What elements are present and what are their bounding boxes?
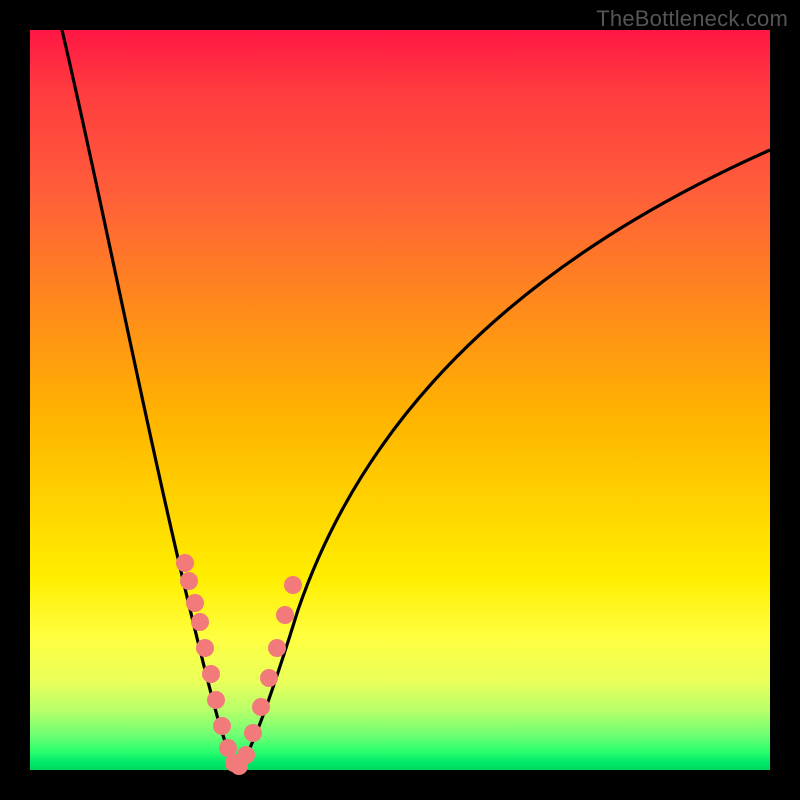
sample-dots <box>176 554 302 775</box>
plot-area <box>30 30 770 770</box>
curve-layer <box>30 30 770 770</box>
bottleneck-curve <box>62 30 770 770</box>
watermark-text: TheBottleneck.com <box>596 6 788 32</box>
chart-frame: TheBottleneck.com <box>0 0 800 800</box>
